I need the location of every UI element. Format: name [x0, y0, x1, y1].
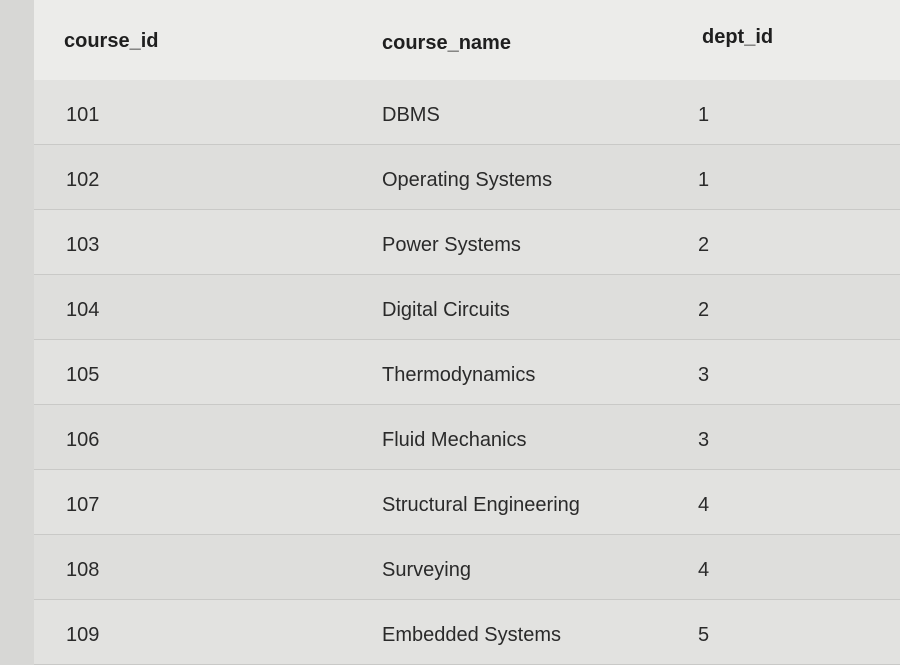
cell-course-name[interactable]: Thermodynamics	[382, 364, 535, 387]
cell-course-id[interactable]: 101	[66, 104, 99, 127]
cell-course-name[interactable]: Digital Circuits	[382, 299, 510, 322]
column-header-course-name[interactable]: course_name	[382, 32, 511, 55]
cell-course-id[interactable]: 108	[66, 559, 99, 582]
cell-course-name[interactable]: Structural Engineering	[382, 494, 580, 517]
table-row[interactable]: 101 DBMS 1	[34, 80, 900, 145]
cell-course-name[interactable]: Operating Systems	[382, 169, 552, 192]
cell-dept-id[interactable]: 4	[698, 494, 709, 517]
table-row[interactable]: 108 Surveying 4	[34, 535, 900, 600]
table-row[interactable]: 107 Structural Engineering 4	[34, 470, 900, 535]
cell-dept-id[interactable]: 2	[698, 299, 709, 322]
cell-course-id[interactable]: 102	[66, 169, 99, 192]
table-body: 101 DBMS 1 102 Operating Systems 1 103 P…	[34, 80, 900, 665]
cell-course-name[interactable]: Fluid Mechanics	[382, 429, 527, 452]
column-header-dept-id[interactable]: dept_id	[702, 26, 773, 49]
table-row[interactable]: 102 Operating Systems 1	[34, 145, 900, 210]
cell-course-name[interactable]: Power Systems	[382, 234, 521, 257]
cell-dept-id[interactable]: 1	[698, 104, 709, 127]
table-row[interactable]: 103 Power Systems 2	[34, 210, 900, 275]
cell-dept-id[interactable]: 4	[698, 559, 709, 582]
cell-course-id[interactable]: 104	[66, 299, 99, 322]
cell-dept-id[interactable]: 3	[698, 364, 709, 387]
data-grid-screen: course_id course_name dept_id 101 DBMS 1…	[0, 0, 900, 665]
cell-dept-id[interactable]: 5	[698, 624, 709, 647]
column-header-course-id[interactable]: course_id	[64, 30, 158, 53]
cell-course-id[interactable]: 106	[66, 429, 99, 452]
cell-dept-id[interactable]: 2	[698, 234, 709, 257]
table-row[interactable]: 105 Thermodynamics 3	[34, 340, 900, 405]
row-gutter	[0, 0, 35, 665]
table-row[interactable]: 109 Embedded Systems 5	[34, 600, 900, 665]
cell-course-id[interactable]: 109	[66, 624, 99, 647]
table-header: course_id course_name dept_id	[34, 0, 900, 81]
table-row[interactable]: 106 Fluid Mechanics 3	[34, 405, 900, 470]
cell-course-name[interactable]: Embedded Systems	[382, 624, 561, 647]
cell-dept-id[interactable]: 3	[698, 429, 709, 452]
cell-course-id[interactable]: 105	[66, 364, 99, 387]
cell-course-id[interactable]: 107	[66, 494, 99, 517]
cell-course-id[interactable]: 103	[66, 234, 99, 257]
cell-course-name[interactable]: Surveying	[382, 559, 471, 582]
cell-dept-id[interactable]: 1	[698, 169, 709, 192]
cell-course-name[interactable]: DBMS	[382, 104, 440, 127]
table-row[interactable]: 104 Digital Circuits 2	[34, 275, 900, 340]
